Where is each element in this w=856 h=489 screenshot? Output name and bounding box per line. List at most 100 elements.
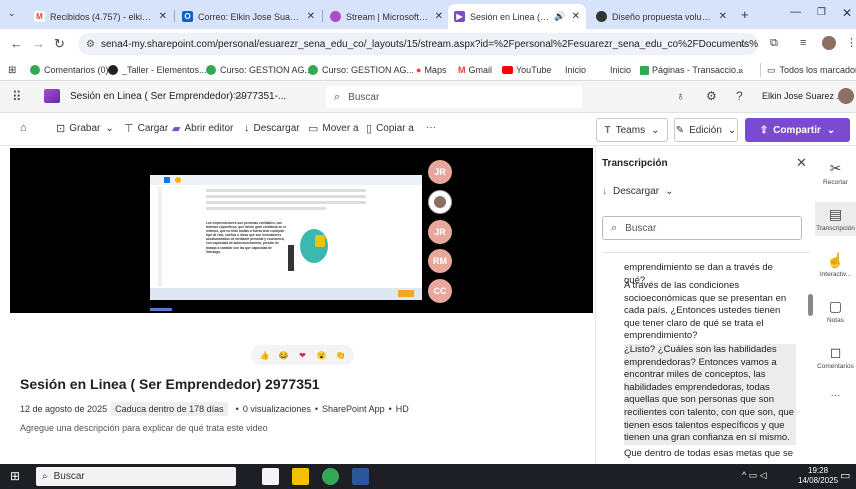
app-icon xyxy=(175,177,181,183)
bookmark-item[interactable]: _Taller - Elementos... xyxy=(108,63,207,77)
rail-comments-button[interactable]: ◻ Comentarios xyxy=(815,344,856,370)
bookmark-maps[interactable]: ● Maps xyxy=(416,63,446,77)
description-field[interactable]: Agregue una descripción para explicar de… xyxy=(20,423,268,433)
file-explorer-icon[interactable] xyxy=(292,468,309,485)
participant-avatar: JR xyxy=(428,160,452,184)
tab-stream[interactable]: Stream | Microsoft 365 Cop ✕ xyxy=(324,4,449,29)
new-tab-button[interactable]: + xyxy=(741,7,749,22)
browser-menu-icon[interactable]: ⋮ xyxy=(846,36,856,49)
bookmark-item[interactable]: Comentarios (0) xyxy=(30,63,109,77)
home-icon[interactable]: ⌂ xyxy=(20,122,31,134)
bookmark-item[interactable]: Curso: GESTION AG... xyxy=(206,63,312,77)
bookmark-gmail[interactable]: M Gmail xyxy=(458,63,492,77)
settings-gear-icon[interactable]: ⚙ xyxy=(706,89,717,103)
sheets-icon xyxy=(640,65,649,75)
tab-session-active[interactable]: ▶ Sesión en Linea ( Ser Em 🔊 ✕ xyxy=(448,4,586,29)
upload-button[interactable]: ⊤ Cargar xyxy=(124,122,168,135)
rail-interactive-button[interactable]: ☝ Interactiv... xyxy=(815,252,856,278)
transcript-search-input[interactable]: ⌕ Buscar xyxy=(602,216,802,240)
close-tab-icon[interactable]: ✕ xyxy=(307,11,315,22)
back-icon[interactable]: ← xyxy=(10,36,23,51)
tab-search-dropdown-icon[interactable]: ⌄ xyxy=(8,8,16,19)
transcript-entry-highlighted[interactable]: ¿Listo? ¿Cuáles son las habilidades empr… xyxy=(624,344,796,445)
user-avatar[interactable] xyxy=(838,88,854,104)
word-icon[interactable] xyxy=(352,468,369,485)
rail-notes-button[interactable]: ▢ Notas xyxy=(815,298,856,324)
record-label: Grabar xyxy=(69,123,101,134)
reading-list-icon[interactable]: ≡ xyxy=(800,37,806,49)
sensitivity-icon[interactable]: ⌂⌄ xyxy=(232,90,245,101)
video-date: 12 de agosto de 2025 xyxy=(20,404,108,414)
teams-button[interactable]: T Teams ⌄ xyxy=(596,118,668,142)
close-tab-icon[interactable]: ✕ xyxy=(572,11,580,22)
notifications-icon[interactable]: ▭ xyxy=(840,469,850,482)
slide-statusbar xyxy=(150,288,422,300)
forward-icon[interactable]: → xyxy=(32,36,45,51)
more-commands-button[interactable]: ··· xyxy=(426,122,436,133)
taskbar-app-icon[interactable] xyxy=(262,468,279,485)
move-to-button[interactable]: ▭ Mover a xyxy=(308,122,359,135)
person-photo xyxy=(434,196,446,208)
laugh-reaction[interactable]: 😂 xyxy=(278,349,290,361)
help-icon[interactable]: ? xyxy=(736,89,743,103)
all-bookmarks-button[interactable]: ▭Todos los marcadores xyxy=(760,63,856,77)
extensions-icon[interactable]: ⧉ xyxy=(770,37,778,50)
tab-gmail[interactable]: M Recibidos (4.757) - elkin081 ✕ xyxy=(28,4,173,29)
progress-indicator[interactable] xyxy=(150,308,172,311)
minimize-icon[interactable]: — xyxy=(790,6,801,18)
tab-diseno[interactable]: Diseño propuesta voluntaria ✕ xyxy=(590,4,733,29)
search-box[interactable]: ⌕ Buscar xyxy=(326,86,582,108)
share-button[interactable]: ⇪ Compartir ⌄ xyxy=(745,118,850,142)
transcript-entry[interactable]: A través de las condiciones socioeconómi… xyxy=(624,280,796,343)
quality-label: HD xyxy=(395,404,409,414)
windows-start-icon[interactable]: ⊞ xyxy=(10,469,20,483)
close-window-icon[interactable]: ✕ xyxy=(842,6,852,20)
search-placeholder: Buscar xyxy=(625,222,657,234)
taskbar-search-input[interactable]: ⌕ Buscar xyxy=(36,467,236,486)
system-tray-icons[interactable]: ^ ▭ ◁ xyxy=(742,470,767,481)
user-name[interactable]: Elkin Jose Suarez ... xyxy=(762,91,844,101)
scrollbar-thumb[interactable] xyxy=(808,294,813,316)
clap-reaction[interactable]: 👏 xyxy=(335,349,347,361)
thumbs-up-reaction[interactable]: 👍 xyxy=(259,349,271,361)
maps-pin-icon: ● xyxy=(416,65,422,75)
document-title[interactable]: Sesión en Linea ( Ser Emprendedor) 29773… xyxy=(70,91,286,102)
close-tab-icon[interactable]: ✕ xyxy=(719,11,727,22)
video-player[interactable]: Los emprendedores son personas confiable… xyxy=(10,148,593,313)
bookmark-youtube[interactable]: YouTube xyxy=(502,63,551,77)
apps-grid-icon[interactable]: ⊞ xyxy=(8,63,16,77)
tab-outlook[interactable]: O Correo: Elkin Jose Suarez Ra ✕ xyxy=(176,4,321,29)
clock[interactable]: 19:28 14/08/2025 xyxy=(798,466,838,486)
bookmark-item[interactable]: Curso: GESTION AG... xyxy=(308,63,414,77)
restore-icon[interactable]: ❐ xyxy=(817,7,826,18)
share-people-icon[interactable]: ♁ xyxy=(676,89,685,103)
edit-mode-button[interactable]: ✎ Edición ⌄ xyxy=(674,118,738,142)
close-panel-icon[interactable]: ✕ xyxy=(796,155,807,171)
download-button[interactable]: ↓ Descargar xyxy=(244,122,300,134)
expiration-badge[interactable]: Caduca dentro de 178 días xyxy=(111,402,228,416)
open-editor-button[interactable]: ▰ Abrir editor xyxy=(172,122,233,135)
bookmark-inicio[interactable]: Inicio xyxy=(610,63,631,77)
close-tab-icon[interactable]: ✕ xyxy=(159,11,167,22)
copy-to-button[interactable]: ▯ Copiar a xyxy=(366,122,414,135)
transcript-entry[interactable]: Que dentro de todas esas metas que se xyxy=(624,448,796,461)
record-button[interactable]: ⊡ Grabar ⌄ xyxy=(56,122,114,135)
chrome-icon[interactable] xyxy=(322,468,339,485)
rail-more-button[interactable]: ··· xyxy=(815,390,856,401)
audio-playing-icon[interactable]: 🔊 xyxy=(554,11,565,22)
surprised-reaction[interactable]: 😮 xyxy=(316,349,328,361)
transcript-download-button[interactable]: ↓ Descargar ⌄ xyxy=(602,186,674,197)
url-field[interactable]: ⚙ sena4-my.sharepoint.com/personal/esuar… xyxy=(78,33,758,55)
reload-icon[interactable]: ↻ xyxy=(54,36,65,52)
profile-avatar[interactable] xyxy=(822,36,836,50)
close-tab-icon[interactable]: ✕ xyxy=(435,11,443,22)
rail-trim-button[interactable]: ✂ Recortar xyxy=(815,160,856,186)
bookmark-item[interactable]: Páginas - Transaccio... xyxy=(640,63,744,77)
app-launcher-icon[interactable]: ⠿ xyxy=(12,89,22,105)
bookmark-inicio[interactable]: Inicio xyxy=(565,63,586,77)
heart-reaction[interactable]: ❤ xyxy=(297,349,309,361)
site-info-icon[interactable]: ⚙ xyxy=(86,39,95,50)
bookmarks-overflow-button[interactable]: » xyxy=(738,63,743,77)
rail-transcript-button[interactable]: ▤ Transcripción xyxy=(815,202,856,236)
bookmark-star-icon[interactable]: ☆ xyxy=(738,37,748,50)
